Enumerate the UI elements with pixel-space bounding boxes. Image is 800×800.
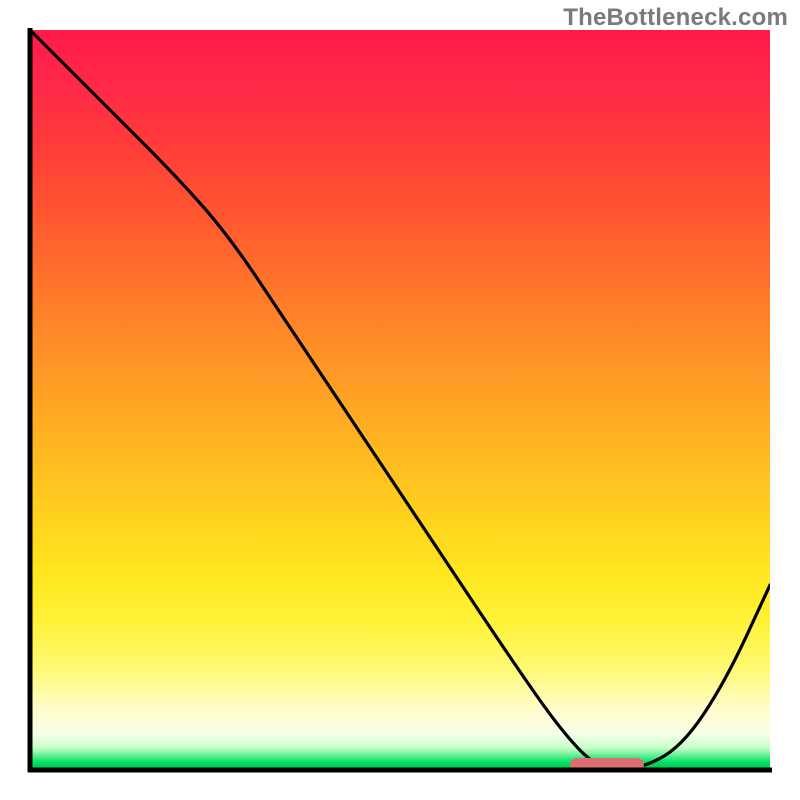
watermark-text: TheBottleneck.com (563, 4, 788, 32)
gradient-background (30, 30, 770, 770)
optimal-range-marker (570, 758, 644, 772)
chart-container: TheBottleneck.com (0, 0, 800, 800)
